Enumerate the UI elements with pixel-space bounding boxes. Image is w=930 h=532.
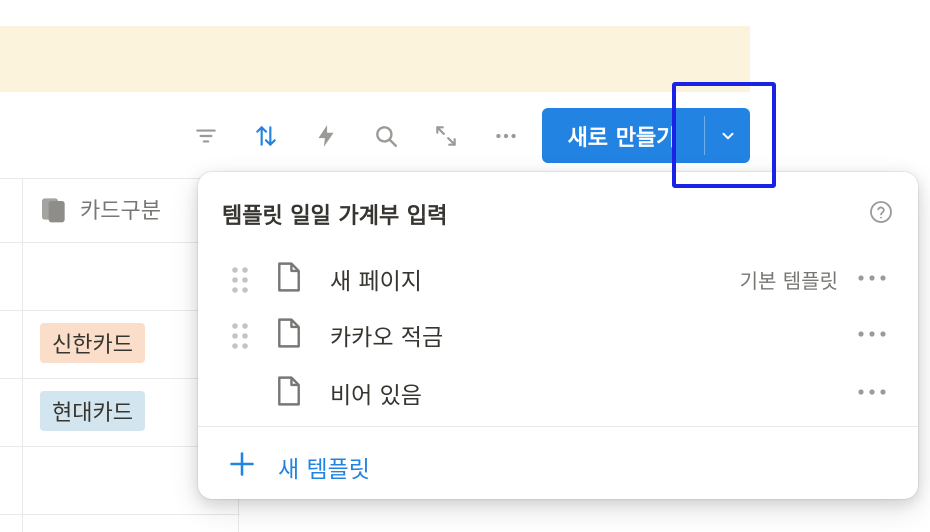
template-item[interactable]: 비어 있음 [198,362,918,418]
automation-icon[interactable] [310,120,342,152]
more-icon[interactable] [854,322,890,346]
help-circle-icon[interactable] [869,200,893,224]
database-toolbar: 새로 만들기 [0,108,760,164]
page-icon [278,376,300,406]
page-icon [278,318,300,348]
more-icon[interactable] [854,380,890,404]
template-item[interactable]: 카카오 적금 [198,304,918,360]
more-icon[interactable] [490,120,522,152]
filter-icon[interactable] [190,120,222,152]
search-icon[interactable] [370,120,402,152]
add-template-button[interactable]: 새 템플릿 [198,434,918,494]
more-icon[interactable] [854,266,890,290]
callout-banner [0,26,750,92]
multi-select-icon [42,198,65,223]
sort-icon[interactable] [250,120,282,152]
template-item[interactable]: 새 페이지 기본 템플릿 [198,248,918,304]
dropdown-divider [198,426,918,427]
page-icon [278,262,300,292]
template-name: 비어 있음 [330,383,422,409]
tag-shinhan[interactable]: 신한카드 [40,323,145,363]
dropdown-title: 템플릿 일일 가계부 입력 [222,204,448,229]
column-header[interactable]: 카드구분 [38,192,161,226]
drag-handle-icon[interactable] [230,266,250,294]
tag-hyundai[interactable]: 현대카드 [40,391,145,431]
template-dropdown: 템플릿 일일 가계부 입력 새 페이지 기본 템플릿 카카오 적금 비어 있음 … [198,172,918,499]
expand-icon[interactable] [430,120,462,152]
default-template-badge: 기본 템플릿 [739,269,838,293]
annotation-highlight [672,82,776,188]
template-name: 새 페이지 [330,269,422,295]
table-border [0,514,240,515]
add-template-label: 새 템플릿 [278,457,370,483]
column-header-label: 카드구분 [80,199,161,224]
table-border [22,178,23,532]
template-name: 카카오 적금 [330,325,444,351]
drag-handle-icon[interactable] [230,322,250,350]
plus-icon [230,452,254,476]
